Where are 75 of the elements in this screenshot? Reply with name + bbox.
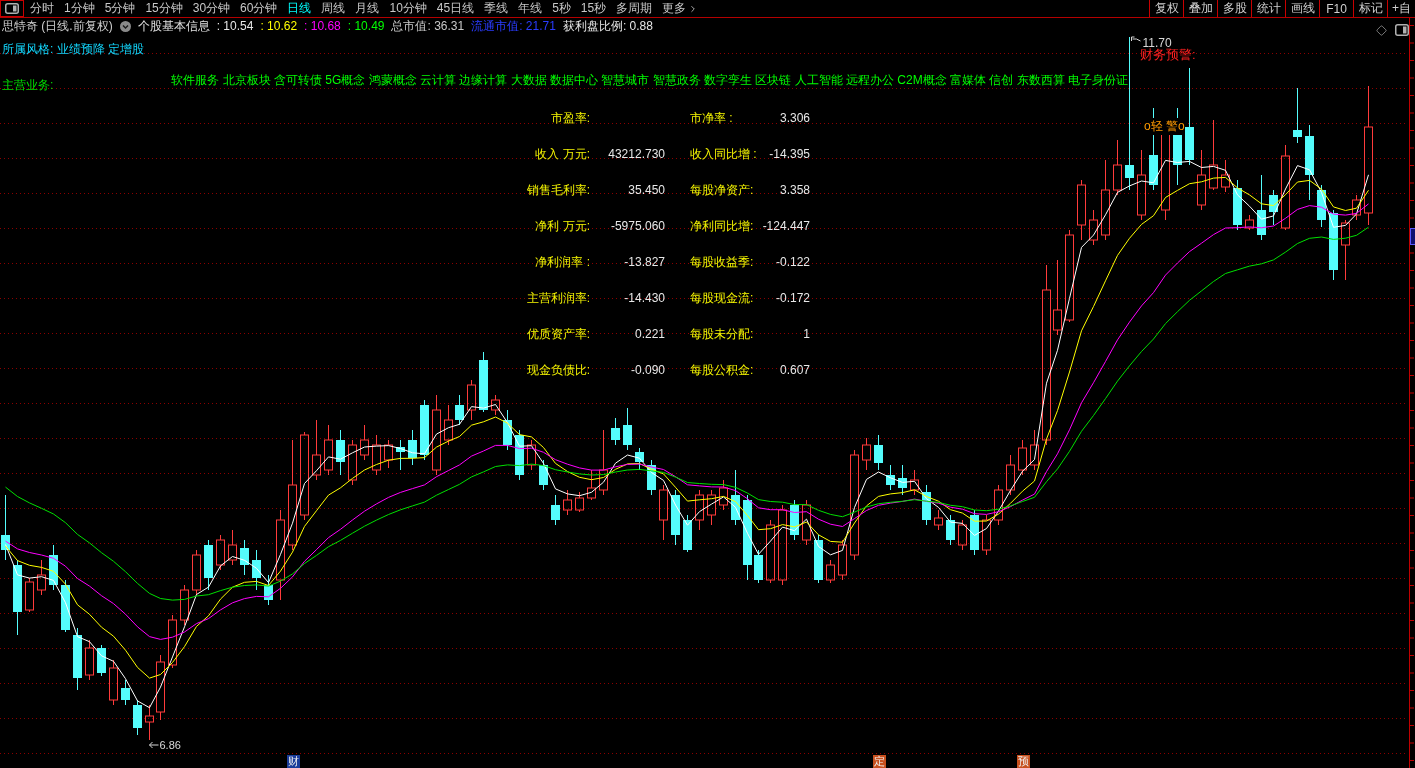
event-tag: 财	[286, 755, 300, 768]
event-tag: 定	[872, 755, 886, 768]
business-label: 主营业务:	[1, 77, 54, 94]
metric-label: 优质资产率:	[526, 325, 590, 343]
quote-value: : 10.68	[304, 19, 341, 33]
period-tab[interactable]: 5秒	[547, 0, 576, 17]
period-tab[interactable]: 日线	[282, 0, 317, 17]
quote-value: : 10.62	[260, 19, 298, 33]
metric-value: -14.395	[769, 147, 810, 161]
metric-value: -14.430	[624, 291, 665, 305]
metric-label: 主营利润率:	[526, 289, 590, 307]
period-tab[interactable]: 周线	[316, 0, 351, 17]
quote-value: 流通市值: 21.71	[471, 17, 556, 35]
metric-label: 每股未分配:	[690, 325, 754, 343]
metric-label: 销售毛利率:	[526, 181, 590, 199]
metric-value: -0.122	[775, 255, 810, 269]
period-tab[interactable]: 多周期	[611, 0, 658, 17]
period-tab[interactable]: 45日线	[431, 0, 480, 17]
period-tab[interactable]: 30分钟	[187, 0, 236, 17]
metric-value: 3.306	[779, 111, 810, 125]
metric-label: 收入同比增 :	[690, 145, 757, 163]
metric-value: -0.172	[775, 291, 810, 305]
period-tab[interactable]: 15秒	[575, 0, 612, 17]
metric-value: 3.358	[779, 183, 810, 197]
metric-label: 净利润率 :	[535, 253, 590, 271]
metric-label: 收入 万元:	[535, 145, 590, 163]
metric-value: 0.221	[634, 327, 665, 341]
quote-value: : 10.49	[347, 19, 385, 33]
period-tab[interactable]: 季线	[479, 0, 514, 17]
period-tab[interactable]: 5分钟	[99, 0, 141, 17]
more-button[interactable]: 更多	[657, 0, 704, 17]
price-leader-line	[1131, 36, 1141, 42]
high-price-label: 11.70	[1142, 36, 1172, 50]
metric-value: 0.607	[779, 363, 810, 377]
price-tag-marker	[1410, 228, 1415, 245]
panel-icon[interactable]	[1395, 24, 1409, 36]
stock-title: 思特奇 (日线.前复权)	[2, 17, 113, 35]
diamond-icon[interactable]	[1376, 24, 1387, 36]
metric-label: 市净率 :	[690, 109, 733, 127]
price-leader-line	[149, 741, 159, 749]
metric-label: 每股公积金:	[690, 361, 754, 379]
metric-value: -0.090	[630, 363, 665, 377]
metric-label: 现金负债比:	[526, 361, 590, 379]
metric-value: -5975.060	[610, 219, 665, 233]
panel-toggle-button[interactable]	[0, 0, 24, 17]
metric-label: 市盈率:	[550, 109, 590, 127]
metric-value: -124.447	[762, 219, 810, 233]
period-tab[interactable]: 10分钟	[384, 0, 432, 17]
metric-value: 43212.730	[608, 147, 665, 161]
alert-title: 财务预警:	[1140, 47, 1196, 64]
style-tags: 所属风格: 业绩预降 定增股	[0, 41, 144, 58]
period-tab[interactable]: 60分钟	[235, 0, 283, 17]
metric-label: 每股净资产:	[690, 181, 754, 199]
quote-value: 获利盘比例: 0.88	[562, 17, 653, 35]
circle-chevron-icon[interactable]	[119, 20, 131, 32]
period-tab[interactable]: 月线	[350, 0, 385, 17]
alert-note: o轻 警o	[1144, 118, 1185, 135]
event-tag: 预	[1016, 755, 1030, 768]
metric-value: -13.827	[624, 255, 665, 269]
metric-label: 每股收益季:	[690, 253, 754, 271]
metric-label: 净利同比增:	[690, 217, 754, 235]
metric-value: 1	[803, 327, 810, 341]
low-price-label: 6.86	[159, 739, 181, 751]
metric-label: 净利 万元:	[535, 217, 590, 235]
period-tab[interactable]: 分时	[25, 0, 59, 17]
quote-value: 总市值: 36.31	[391, 17, 465, 35]
metric-value: 35.450	[628, 183, 665, 197]
period-tab[interactable]: 1分钟	[59, 0, 100, 17]
metric-label: 每股现金流:	[690, 289, 754, 307]
panel-icon	[5, 3, 19, 14]
section-label: 个股基本信息	[137, 17, 210, 35]
concept-list: 软件服务 北京板块 含可转债 5G概念 鸿蒙概念 云计算 边缘计算 大数据 数据中心 智慧城市 智慧政务 数字孪生 区块链 人工智能 远程办公 C2M概念 富媒体 信创 东数西算 电子身份证	[171, 72, 1129, 89]
quote-value: : 10.54	[216, 19, 254, 33]
period-tab[interactable]: 15分钟	[140, 0, 188, 17]
period-tab[interactable]: 年线	[513, 0, 548, 17]
